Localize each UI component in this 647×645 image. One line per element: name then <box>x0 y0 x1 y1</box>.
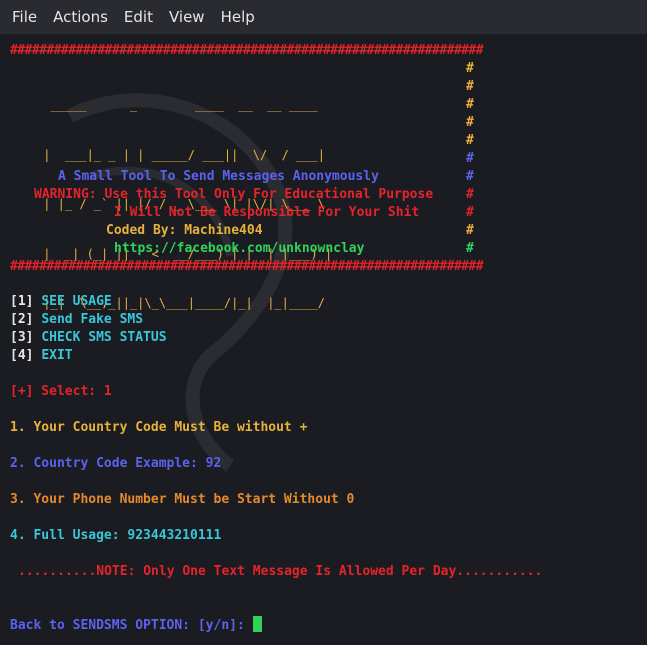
coded-by: Coded By: Machine404 <box>106 223 263 238</box>
banner-hash: # <box>466 151 474 166</box>
menu-bar: File Actions Edit View Help <box>0 0 647 35</box>
option-number: [2] <box>10 312 34 327</box>
responsibility-text: I Will Not Be Responsible For Your Shit <box>114 205 420 220</box>
note-text: ..........NOTE: Only One Text Message Is… <box>18 564 543 579</box>
option-number: [1] <box>10 294 34 309</box>
terminal-output[interactable]: ########################################… <box>0 36 647 645</box>
text-cursor[interactable] <box>252 616 262 632</box>
logo-line: _____ _ ____ __ __ ____ <box>36 98 318 112</box>
warning-text: WARNING: Use this Tool Only For Educatio… <box>34 187 434 202</box>
usage-line-3: 3. Your Phone Number Must be Start Witho… <box>10 492 355 507</box>
menu-edit[interactable]: Edit <box>116 0 161 35</box>
usage-line-2: 2. Country Code Example: 92 <box>10 456 222 471</box>
author-link: https://facebook.com/unknownclay <box>114 241 365 256</box>
menu-view[interactable]: View <box>161 0 213 35</box>
option-label: SEE USAGE <box>41 294 112 309</box>
menu-file[interactable]: File <box>4 0 45 35</box>
banner-hash: # <box>466 79 474 94</box>
usage-line-1: 1. Your Country Code Must Be without + <box>10 420 308 435</box>
menu-option-1: [1] SEE USAGE <box>10 293 112 310</box>
menu-option-2: [2] Send Fake SMS <box>10 311 143 328</box>
banner-hash: # <box>466 223 474 238</box>
menu-help[interactable]: Help <box>213 0 263 35</box>
banner-hash: # <box>466 97 474 112</box>
banner-hash: # <box>466 133 474 148</box>
back-prompt-line[interactable]: Back to SENDSMS OPTION: [y/n]: <box>10 616 262 634</box>
banner-hash: # <box>466 241 474 256</box>
tagline: A Small Tool To Send Messages Anonymousl… <box>58 169 379 184</box>
menu-option-4: [4] EXIT <box>10 347 73 364</box>
usage-line-4: 4. Full Usage: 923443210111 <box>10 528 222 543</box>
banner-hash: # <box>466 169 474 184</box>
logo-line: | ___|_ _ | | _____/ ___|| \/ / ___| <box>36 147 325 162</box>
menu-option-3: [3] CHECK SMS STATUS <box>10 329 167 346</box>
menu-actions[interactable]: Actions <box>45 0 116 35</box>
option-label: Send Fake SMS <box>41 312 144 327</box>
option-label: CHECK SMS STATUS <box>41 330 167 345</box>
option-number: [4] <box>10 348 34 363</box>
select-prompt: [+] Select: 1 <box>10 384 112 399</box>
option-number: [3] <box>10 330 34 345</box>
banner-hash: # <box>466 61 474 76</box>
back-prompt: Back to SENDSMS OPTION: [y/n]: <box>10 618 245 633</box>
banner-border-top: ########################################… <box>10 43 484 58</box>
banner-border-bottom: ########################################… <box>10 259 484 274</box>
banner-hash: # <box>466 205 474 220</box>
banner-hash: # <box>466 115 474 130</box>
banner-hash: # <box>466 187 474 202</box>
option-label: EXIT <box>41 348 73 363</box>
